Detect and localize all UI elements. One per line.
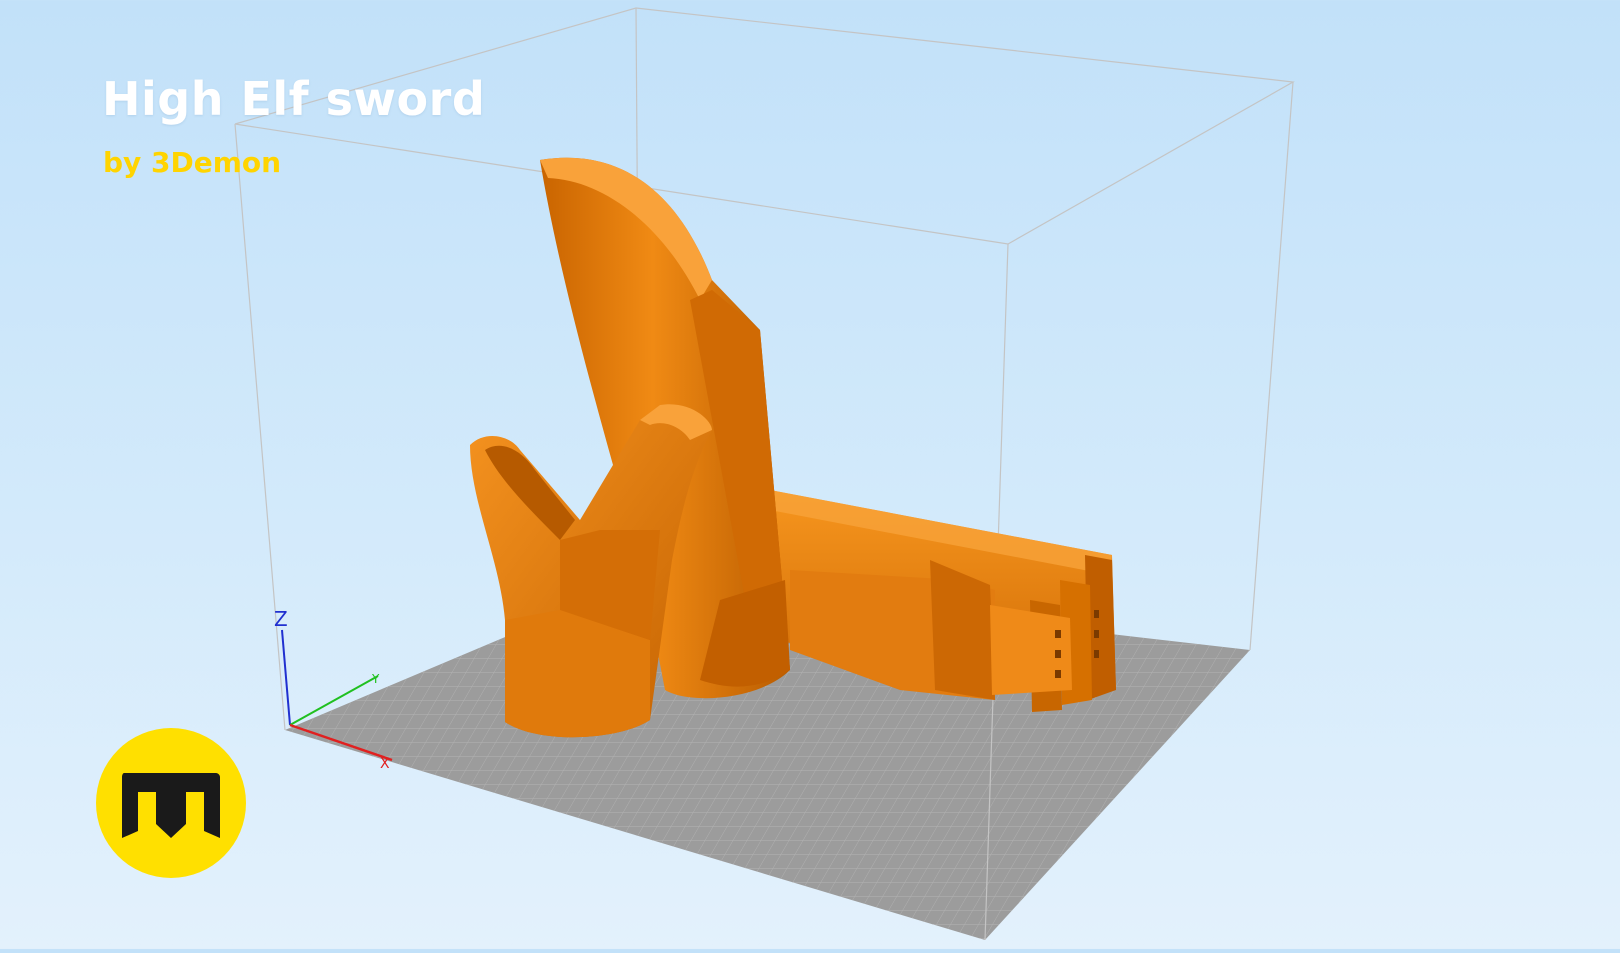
3demon-logo-icon	[96, 728, 246, 878]
axis-x-label: X	[380, 756, 390, 772]
model-title: High Elf sword	[102, 72, 486, 126]
axis-y-label: Y	[371, 672, 380, 686]
axis-z-label: Z	[274, 607, 288, 631]
model-author: by 3Demon	[103, 146, 282, 179]
